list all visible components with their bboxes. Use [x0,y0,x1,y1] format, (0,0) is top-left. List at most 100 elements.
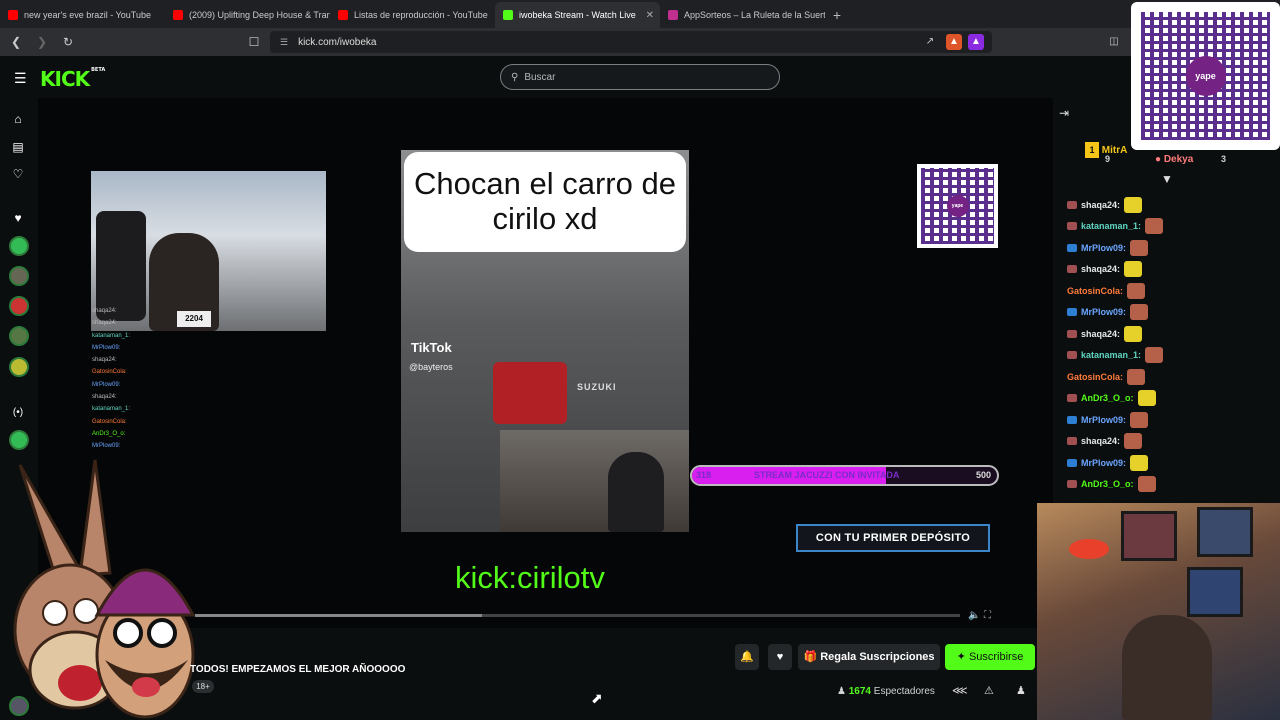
gift-subs-button[interactable]: 🎁 Regala Suscripciones [798,644,940,670]
chat-message[interactable]: AnDr3_O_o: [1067,388,1197,410]
chat-username[interactable]: MrPlow09: [1081,243,1126,253]
emote-icon [1124,433,1143,450]
goal-current: 318 [696,470,712,480]
search-bar[interactable]: ⚲ [500,64,780,90]
kick-logo[interactable]: KICK BETA [40,67,105,91]
heart-icon[interactable]: ♥ [9,209,27,227]
user-badge-icon [1067,351,1077,360]
follow-button[interactable]: ♥ [768,644,792,670]
channel-avatar[interactable] [9,430,29,450]
channel-avatar[interactable] [9,326,29,346]
channel-avatar[interactable] [9,236,29,256]
overlay-chat-line: katanaman_1: [92,406,131,413]
chat-username[interactable]: shaqa24: [1081,329,1120,339]
collapse-chat-icon[interactable]: ⇥ [1059,106,1069,120]
tab-favicon-icon [503,10,513,20]
chat-message[interactable]: MrPlow09: [1067,409,1197,431]
user-badge-icon [1067,265,1077,274]
user-options-icon[interactable]: ♟ [1016,684,1026,697]
chat-username[interactable]: MrPlow09: [1081,458,1126,468]
browser-tab[interactable]: (2009) Uplifting Deep House & Trance [165,2,330,28]
overlay-chat-line: GatosinCola: [92,369,127,376]
browse-icon[interactable]: ▤ [9,138,27,156]
brave-shield-icon[interactable]: ▲ [946,34,962,50]
lamp [1069,539,1109,559]
notifications-button[interactable]: 🔔 [735,644,759,670]
chat-message[interactable]: GatosinCola: [1067,280,1197,302]
age-tag[interactable]: 18+ [192,680,214,693]
browser-tab[interactable]: AppSorteos – La Ruleta de la Suerte [660,2,825,28]
chat-username[interactable]: shaqa24: [1081,264,1120,274]
bookmark-icon[interactable]: ☐ [244,35,264,49]
address-bar[interactable]: ☰ kick.com/iwobeka [270,31,992,53]
chat-username[interactable]: shaqa24: [1081,200,1120,210]
emote-icon [1124,196,1143,213]
overlay-chat-line: shaqa24: [92,394,117,401]
warning-icon[interactable]: ⚠ [984,684,994,697]
live-icon[interactable]: (•) [9,404,27,422]
reload-icon[interactable]: ↻ [58,35,78,49]
chat-username[interactable]: katanaman_1: [1081,221,1141,231]
channel-avatar[interactable] [9,266,29,286]
user-badge-icon [1067,200,1077,209]
emote-icon [1124,261,1143,278]
browser-tab[interactable]: Listas de reproducción - YouTube [330,2,495,28]
close-tab-icon[interactable]: ✕ [646,10,654,21]
tab-favicon-icon [173,10,183,20]
channel-avatar[interactable] [9,357,29,377]
yape-qr-code: yape [1131,2,1280,150]
chat-message[interactable]: shaqa24: [1067,194,1197,216]
video-progress-bar[interactable] [195,614,960,617]
subscribe-button[interactable]: ✦ Suscribirse [945,644,1035,670]
chat-username[interactable]: AnDr3_O_o: [1081,479,1134,489]
mouse-cursor: ⬈ [591,690,603,706]
user-badge-icon [1067,243,1077,252]
overlay-chat-line: shaqa24: [92,357,117,364]
chat-message[interactable]: katanaman_1: [1067,345,1197,367]
forward-icon[interactable]: ❯ [32,35,52,49]
chat-message[interactable]: MrPlow09: [1067,237,1197,259]
overlay-chat-line: MrPlow09: [92,381,121,388]
chat-username[interactable]: MrPlow09: [1081,307,1126,317]
share-page-icon[interactable]: ↗ [922,34,938,50]
streamer [1122,615,1212,720]
chat-username[interactable]: shaqa24: [1081,436,1120,446]
emote-icon [1127,282,1146,299]
chat-message[interactable]: MrPlow09: [1067,302,1197,324]
chat-message[interactable]: katanaman_1: [1067,216,1197,238]
active-browser-tab[interactable]: iwobeka Stream - Watch Live ✕ [495,2,660,28]
browser-tab[interactable]: new year's eve brazil - YouTube [0,2,165,28]
channel-avatar[interactable] [9,296,29,316]
pinned-arrow-icon[interactable]: ▼ [1161,172,1173,186]
new-tab-button[interactable]: + [825,2,849,28]
chat-message[interactable]: AnDr3_O_o: [1067,474,1197,496]
back-icon[interactable]: ❮ [6,35,26,49]
following-icon[interactable]: ♡ [9,165,27,183]
chat-message[interactable]: shaqa24: [1067,259,1197,281]
chat-message[interactable]: MrPlow09: [1067,452,1197,474]
emote-icon [1137,476,1156,493]
overlay-chat-line: MrPlow09: [92,443,121,450]
fullscreen-icon[interactable]: ⛶ [984,610,991,621]
site-info-icon[interactable]: ☰ [280,37,288,48]
chat-message[interactable]: shaqa24: [1067,323,1197,345]
search-input[interactable] [524,71,745,83]
share-icon[interactable]: ⋘ [952,684,968,697]
tab-label: AppSorteos – La Ruleta de la Suerte [684,10,825,20]
chat-message[interactable]: shaqa24: [1067,431,1197,453]
brave-rewards-icon[interactable]: ▲ [968,34,984,50]
chat-username[interactable]: AnDr3_O_o: [1081,393,1134,403]
leaderboard-count: 9 [1105,154,1111,164]
chat-username[interactable]: katanaman_1: [1081,350,1141,360]
search-icon: ⚲ [511,71,519,83]
chat-username[interactable]: MrPlow09: [1081,415,1126,425]
tab-favicon-icon [8,10,18,20]
chat-username[interactable]: GatosinCola: [1067,372,1123,382]
chat-username[interactable]: GatosinCola: [1067,286,1123,296]
tab-label: iwobeka Stream - Watch Live [519,10,636,20]
menu-icon[interactable]: ☰ [14,70,27,87]
sidebar-toggle-icon[interactable]: ◫ [1106,34,1122,50]
chat-message[interactable]: GatosinCola: [1067,366,1197,388]
home-icon[interactable]: ⌂ [9,110,27,128]
volume-icon[interactable]: 🔈 [968,610,980,621]
